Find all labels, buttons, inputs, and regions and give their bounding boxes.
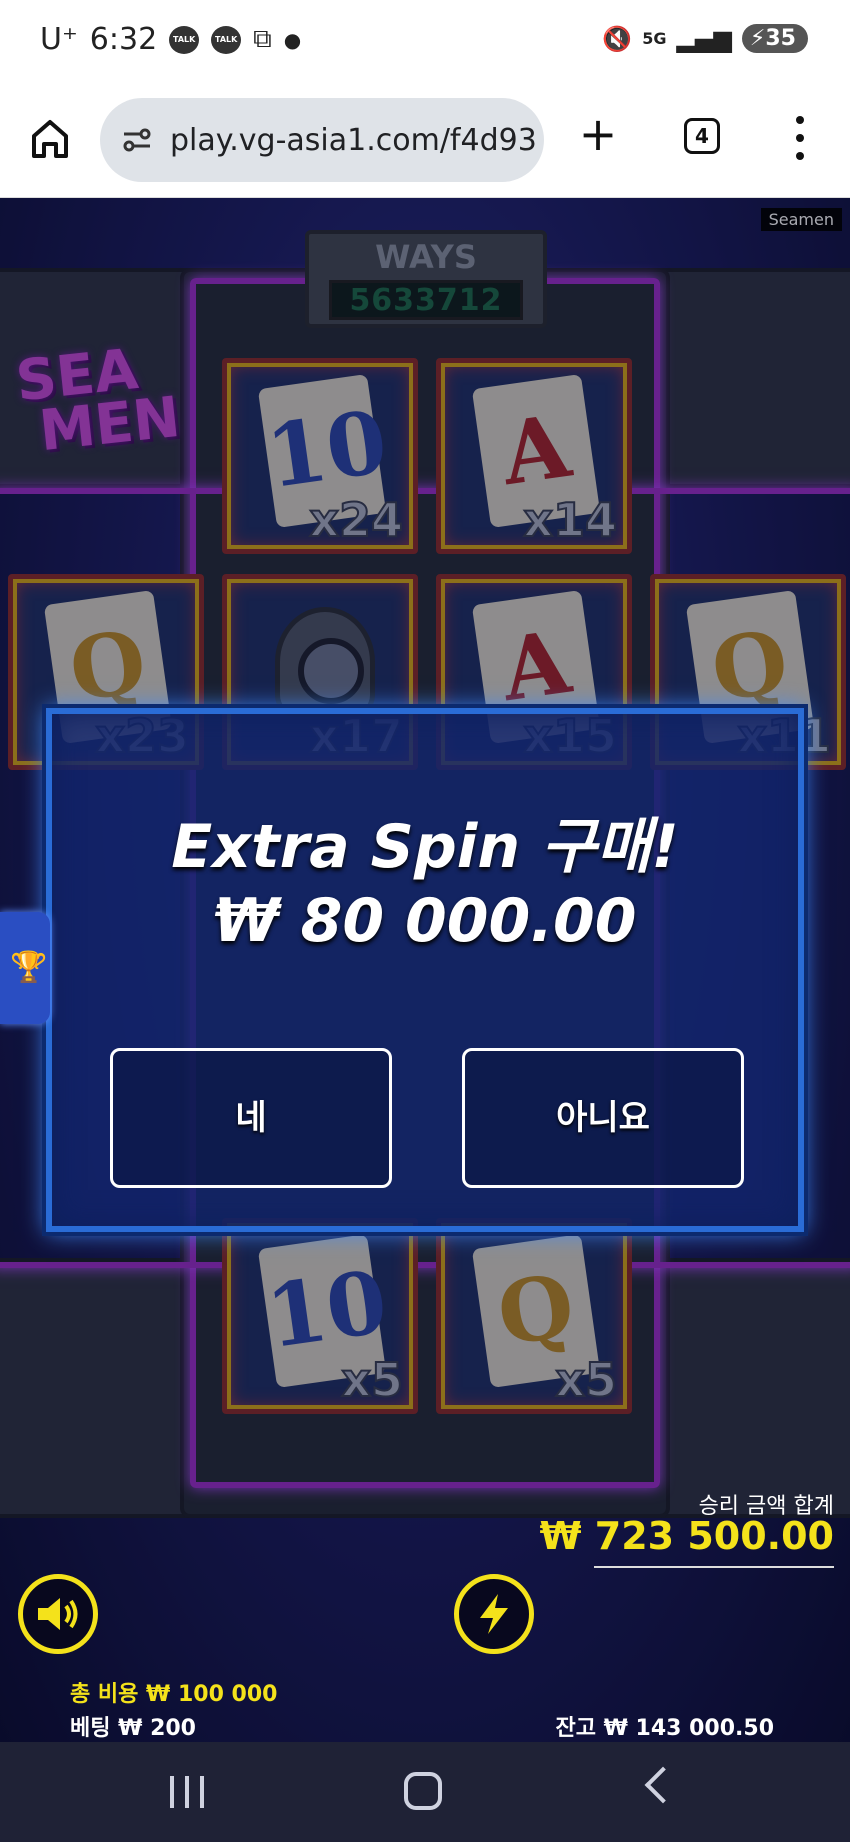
tab-switcher-button[interactable]: 4 <box>684 118 720 154</box>
sound-button[interactable] <box>18 1574 98 1654</box>
clock: 6:32 <box>89 22 158 57</box>
browser-menu-button[interactable] <box>790 116 810 160</box>
dot-icon: ● <box>283 27 302 52</box>
bet-label: 베팅 ₩ 200 <box>70 1716 196 1741</box>
dialog-title: Extra Spin 구매! <box>171 812 679 882</box>
signal-icon: ▂▄▆ <box>676 24 732 53</box>
battery-level: 35 <box>765 26 796 51</box>
status-right: 🔇 5G ▂▄▆ ⚡35 <box>602 24 808 53</box>
trophy-icon: 🏆 <box>10 950 48 985</box>
lightning-icon <box>480 1594 508 1634</box>
site-settings-icon[interactable] <box>122 125 152 155</box>
home-icon <box>32 120 68 158</box>
system-nav-bar <box>0 1742 850 1842</box>
game-area[interactable]: Seamen WAYS 5633712 SEA MEN 10 x24 A x14… <box>0 198 850 1742</box>
mute-icon: 🔇 <box>602 24 633 53</box>
battery-badge: ⚡35 <box>741 24 808 53</box>
back-icon[interactable] <box>644 1766 682 1804</box>
turbo-button[interactable] <box>454 1574 534 1654</box>
network-label: 5G <box>642 29 667 48</box>
status-left: U⁺ 6:32 TALK TALK ⧉ ● <box>40 22 301 57</box>
address-bar[interactable]: play.vg-asia1.com/f4d93 <box>100 98 544 182</box>
home-nav-icon[interactable] <box>404 1772 442 1810</box>
url-text[interactable]: play.vg-asia1.com/f4d93 <box>170 123 537 158</box>
extra-spin-dialog: Extra Spin 구매! ₩ 80 000.00 네 아니요 <box>46 708 804 1232</box>
total-cost-label: 총 비용 ₩ 100 000 <box>70 1682 278 1707</box>
browser-toolbar: play.vg-asia1.com/f4d93 + 4 <box>0 88 850 198</box>
kakaotalk-icon-2: TALK <box>211 25 242 54</box>
balance-label: 잔고 ₩ 143 000.50 <box>555 1716 774 1741</box>
win-underline <box>594 1566 834 1568</box>
speaker-icon <box>38 1598 78 1630</box>
no-button[interactable]: 아니요 <box>462 1048 744 1188</box>
yes-button[interactable]: 네 <box>110 1048 392 1188</box>
recent-apps-icon[interactable] <box>170 1776 204 1808</box>
kakaotalk-icon: TALK <box>169 25 200 54</box>
dialog-price: ₩ 80 000.00 <box>213 886 637 956</box>
new-tab-button[interactable]: + <box>578 111 618 157</box>
home-button[interactable] <box>30 118 70 160</box>
tournament-tab[interactable]: 🏆 <box>0 912 50 1024</box>
carrier-label: U⁺ <box>40 22 78 57</box>
status-bar: U⁺ 6:32 TALK TALK ⧉ ● 🔇 5G ▂▄▆ ⚡35 <box>0 0 850 88</box>
screenshot-icon: ⧉ <box>253 24 272 54</box>
total-win-value: ₩ 723 500.00 <box>539 1514 834 1558</box>
